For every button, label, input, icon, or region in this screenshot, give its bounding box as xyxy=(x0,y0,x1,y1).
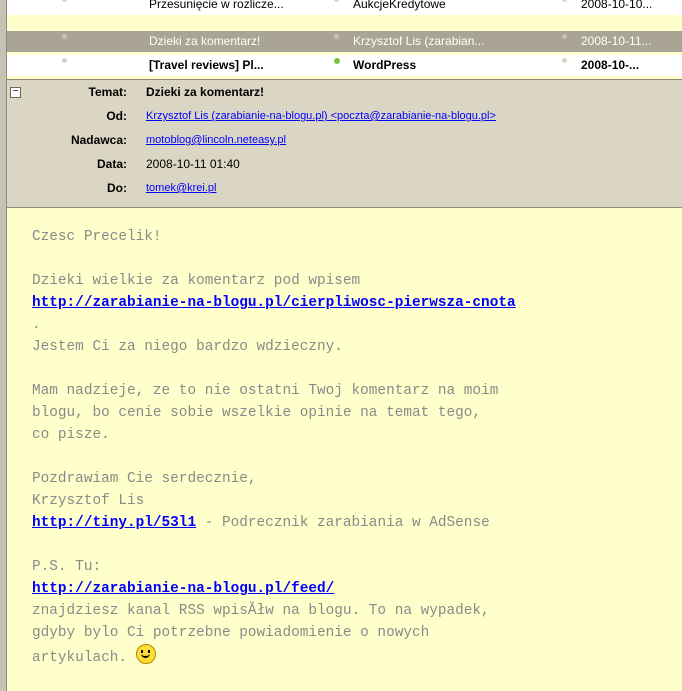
tiny-link[interactable]: http://tiny.pl/53l1 xyxy=(32,515,196,531)
to-link[interactable]: tomek@krei.pl xyxy=(146,182,216,194)
junk-icon[interactable] xyxy=(562,58,567,63)
junk-icon[interactable] xyxy=(562,0,567,2)
sender-label: Nadawca: xyxy=(70,133,127,147)
body-line: Mam nadzieje, ze to nie ostatni Twoj kom… xyxy=(32,383,499,399)
subject-label: Temat: xyxy=(88,85,127,99)
date-label: Data: xyxy=(96,157,127,171)
flag-icon[interactable] xyxy=(334,0,339,2)
body-line: - Podrecznik zarabiania w AdSense xyxy=(196,515,490,531)
message-row-selected[interactable]: Dzieki za komentarz! Krzysztof Lis (zara… xyxy=(7,31,682,52)
to-label: Do: xyxy=(107,181,127,195)
flag-icon[interactable] xyxy=(334,34,339,39)
message-subject: Dzieki za komentarz! xyxy=(149,34,261,48)
message-subject: [Travel reviews] Pl... xyxy=(149,58,264,72)
left-pane-edge xyxy=(0,0,7,691)
feed-link[interactable]: http://zarabianie-na-blogu.pl/feed/ xyxy=(32,581,334,597)
body-line: Krzysztof Lis xyxy=(32,493,145,509)
body-line: co pisze. xyxy=(32,427,110,443)
message-date: 2008-10-... xyxy=(581,58,640,72)
message-subject: Przesunięcie w rozlicze... xyxy=(149,0,284,11)
body-line: . xyxy=(32,317,41,333)
message-from: WordPress xyxy=(353,58,417,72)
article-link[interactable]: http://zarabianie-na-blogu.pl/cierpliwos… xyxy=(32,295,516,311)
body-line: blogu, bo cenie sobie wszelkie opinie na… xyxy=(32,405,482,421)
junk-icon[interactable] xyxy=(562,34,567,39)
body-line: Czesc Precelik! xyxy=(32,229,162,245)
message-body: Czesc Precelik! Dzieki wielkie za koment… xyxy=(32,226,682,669)
body-line: Pozdrawiam Cie serdecznie, xyxy=(32,471,257,487)
message-row[interactable]: [Travel reviews] Pl... WordPress 2008-10… xyxy=(7,55,682,76)
message-from: Krzysztof Lis (zarabian... xyxy=(353,34,485,48)
body-line: Jestem Ci za niego bardzo wdzieczny. xyxy=(32,339,343,355)
from-link[interactable]: Krzysztof Lis (zarabianie-na-blogu.pl) <… xyxy=(146,110,496,122)
body-line: Dzieki wielkie za komentarz pod wpisem xyxy=(32,273,361,289)
message-date: 2008-10-10... xyxy=(581,0,653,11)
sender-link[interactable]: motoblog@lincoln.neteasy.pl xyxy=(146,134,286,146)
read-status-icon[interactable] xyxy=(62,58,67,63)
message-list: Przesunięcie w rozlicze... AukcjeKredyto… xyxy=(7,0,682,76)
message-header-pane: − Temat: Dzieki za komentarz! Od: Krzysz… xyxy=(7,79,682,208)
body-line: znajdziesz kanal RSS wpisĂłw na blogu. T… xyxy=(32,603,490,619)
message-from: AukcjeKredytowe xyxy=(353,0,446,11)
from-label: Od: xyxy=(106,109,127,123)
subject-value: Dzieki za komentarz! xyxy=(146,85,265,99)
message-date: 2008-10-11... xyxy=(581,34,652,48)
body-line: P.S. Tu: xyxy=(32,559,102,575)
body-line: artykulach. xyxy=(32,650,136,666)
junk-status-icon[interactable] xyxy=(334,58,340,64)
read-status-icon[interactable] xyxy=(62,0,67,2)
date-value: 2008-10-11 01:40 xyxy=(146,157,240,171)
message-row[interactable]: Przesunięcie w rozlicze... AukcjeKredyto… xyxy=(7,0,682,15)
body-line: gdyby bylo Ci potrzebne powiadomienie o … xyxy=(32,625,430,641)
read-status-icon[interactable] xyxy=(62,34,67,39)
smiley-icon xyxy=(135,644,156,664)
